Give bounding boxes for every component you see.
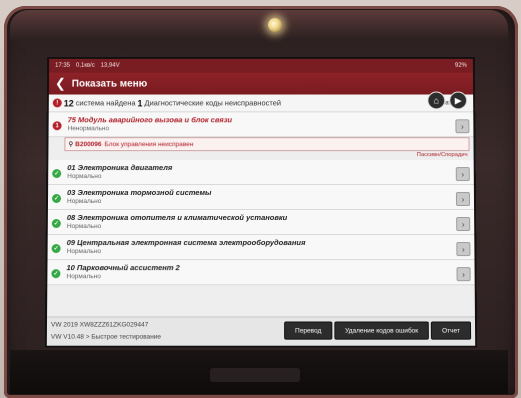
chevron-right-icon[interactable]: › xyxy=(456,267,471,282)
codes-count: 1 xyxy=(137,97,143,108)
fault-badge: 1 xyxy=(52,121,62,131)
dtc-status: Пассивн/Спорадич xyxy=(416,152,468,159)
clear-codes-button[interactable]: Удаление кодов ошибок xyxy=(334,321,429,340)
system-name: 03 Электроника тормозной системы xyxy=(67,188,212,198)
systems-count: 12 xyxy=(63,97,74,108)
check-icon: ✓ xyxy=(51,194,62,203)
chevron-right-icon[interactable]: › xyxy=(456,216,471,232)
footer-bar: VW 2019 XW8ZZZ61ZKG029447 VW V10.48 > Бы… xyxy=(46,316,476,346)
dtc-description: Блок управления неисправен xyxy=(104,140,194,148)
system-name: 08 Электроника отопителя и климатической… xyxy=(66,212,288,223)
system-state: Нормально xyxy=(66,248,102,256)
vehicle-info: VW 2019 XW8ZZZ61ZKG029447 xyxy=(50,321,149,329)
codes-text: Диагностические коды неисправностей xyxy=(144,98,282,108)
dtc-entry[interactable]: ⚲ B200096 Блок управления неисправен xyxy=(64,137,470,152)
chevron-left-icon[interactable]: ❮ xyxy=(55,76,66,92)
check-icon: ✓ xyxy=(51,244,61,254)
alert-icon: ! xyxy=(52,98,62,108)
home-icon[interactable]: ⌂ xyxy=(427,91,446,110)
check-icon: ✓ xyxy=(52,169,62,179)
system-state: Нормально xyxy=(66,223,102,231)
title-bar: ❮ Показать меню xyxy=(48,72,474,95)
chevron-right-icon[interactable]: › xyxy=(455,192,471,206)
system-name: 01 Электроника двигателя xyxy=(67,163,173,173)
status-voltage: 13,94V xyxy=(100,62,120,69)
list-item-system[interactable]: ✓ 10 Парковочный ассистент 2 Нормально › xyxy=(47,260,475,286)
status-bar: 17:35 0,1кв/с 13,94V 92% xyxy=(49,58,473,73)
system-state: Нормально xyxy=(66,198,102,205)
list-item-system[interactable]: ✓ 03 Электроника тормозной системы Норма… xyxy=(47,185,475,210)
chevron-right-icon[interactable]: › xyxy=(456,242,471,257)
translate-button[interactable]: Перевод xyxy=(284,321,333,340)
system-state: Нормально xyxy=(66,273,101,281)
system-name: 09 Центральная электронная система элект… xyxy=(66,238,306,248)
module-state: Ненормально xyxy=(67,125,110,133)
system-name: 10 Парковочный ассистент 2 xyxy=(66,263,180,273)
device-camera-icon xyxy=(268,18,282,32)
system-list: 1 75 Модуль аварийного вызова и блок свя… xyxy=(47,112,475,286)
chevron-right-icon[interactable]: › xyxy=(455,167,470,182)
report-button[interactable]: Отчет xyxy=(430,321,472,340)
list-item-system[interactable]: ✓ 09 Центральная электронная система эле… xyxy=(47,235,475,261)
tablet-screen: 17:35 0,1кв/с 13,94V 92% ❮ Показать меню… xyxy=(46,58,476,346)
status-battery: 92% xyxy=(454,62,467,69)
device-top-rim xyxy=(10,10,508,40)
bezel-logo xyxy=(210,368,300,382)
status-time: 17:35 xyxy=(55,62,71,69)
module-name: 75 Модуль аварийного вызова и блок связи xyxy=(67,115,233,125)
software-version: VW V10.48 > Быстрое тестирование xyxy=(50,333,162,341)
chevron-right-icon[interactable]: › xyxy=(455,119,470,134)
list-item-system[interactable]: ✓ 08 Электроника отопителя и климатическ… xyxy=(47,209,475,236)
check-icon: ✓ xyxy=(51,219,61,229)
search-icon: ⚲ xyxy=(68,141,74,149)
header-actions: ⌂ ▶ xyxy=(427,91,468,110)
system-state: Нормально xyxy=(67,173,102,181)
page-title: Показать меню xyxy=(71,78,148,90)
dtc-code: B200096 xyxy=(75,140,102,148)
check-icon: ✓ xyxy=(51,269,61,279)
list-item-system[interactable]: ✓ 01 Электроника двигателя Нормально › xyxy=(48,160,474,186)
status-signal: 0,1кв/с xyxy=(75,62,95,69)
systems-text: система найдена xyxy=(75,98,136,108)
list-item-fault-module[interactable]: 1 75 Модуль аварийного вызова и блок свя… xyxy=(48,112,474,138)
exit-icon[interactable]: ▶ xyxy=(449,91,468,110)
scan-summary: ! 12 система найдена 1 Диагностические к… xyxy=(48,94,474,113)
